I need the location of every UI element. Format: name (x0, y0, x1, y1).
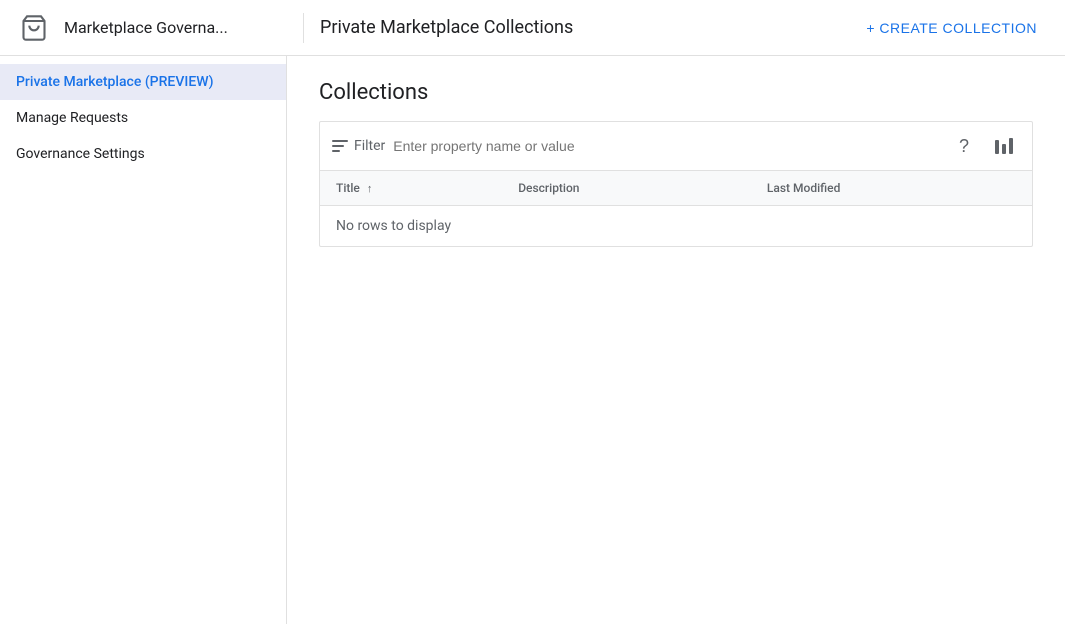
top-header: Marketplace Governa... Private Marketpla… (0, 0, 1065, 56)
header-divider (303, 13, 304, 43)
table-header-row: Title ↑ Description Last Modified (320, 171, 1032, 206)
page-title: Private Marketplace Collections (320, 17, 854, 38)
column-description: Description (502, 171, 751, 206)
column-title-label: Title (336, 181, 360, 195)
help-button[interactable]: ? (948, 130, 980, 162)
sidebar-item-manage-requests-label: Manage Requests (16, 110, 128, 126)
help-icon: ? (959, 136, 969, 157)
sidebar: Private Marketplace (PREVIEW) Manage Req… (0, 56, 287, 624)
sidebar-item-governance-settings[interactable]: Governance Settings (0, 136, 286, 172)
app-title: Marketplace Governa... (64, 18, 228, 37)
table-empty-row: No rows to display (320, 206, 1032, 247)
column-last-modified: Last Modified (751, 171, 1032, 206)
table-header: Title ↑ Description Last Modified (320, 171, 1032, 206)
content-area: Collections Filter ? (287, 56, 1065, 624)
filter-bar: Filter ? (320, 122, 1032, 171)
sidebar-item-manage-requests[interactable]: Manage Requests (0, 100, 286, 136)
empty-message: No rows to display (320, 206, 1032, 247)
header-left: Marketplace Governa... (16, 10, 303, 46)
column-description-label: Description (518, 181, 579, 195)
create-collection-button[interactable]: + CREATE COLLECTION (854, 12, 1049, 44)
cart-icon (16, 10, 52, 46)
sidebar-item-governance-settings-label: Governance Settings (16, 146, 145, 162)
column-title[interactable]: Title ↑ (320, 171, 502, 206)
filter-icon-label: Filter (332, 138, 385, 154)
main-body: Private Marketplace (PREVIEW) Manage Req… (0, 56, 1065, 624)
collections-table-container: Filter ? (319, 121, 1033, 247)
sidebar-item-private-marketplace[interactable]: Private Marketplace (PREVIEW) (0, 64, 286, 100)
data-table: Title ↑ Description Last Modified No row… (320, 171, 1032, 246)
columns-button[interactable] (988, 130, 1020, 162)
filter-bar-actions: ? (948, 130, 1020, 162)
column-last-modified-label: Last Modified (767, 181, 840, 195)
table-body: No rows to display (320, 206, 1032, 247)
filter-label: Filter (354, 138, 385, 154)
filter-icon (332, 140, 348, 152)
sort-arrow-icon: ↑ (367, 182, 373, 195)
collections-heading: Collections (319, 80, 1033, 105)
columns-icon (995, 138, 1013, 154)
sidebar-item-private-marketplace-label: Private Marketplace (PREVIEW) (16, 74, 214, 90)
filter-input[interactable] (393, 138, 940, 154)
